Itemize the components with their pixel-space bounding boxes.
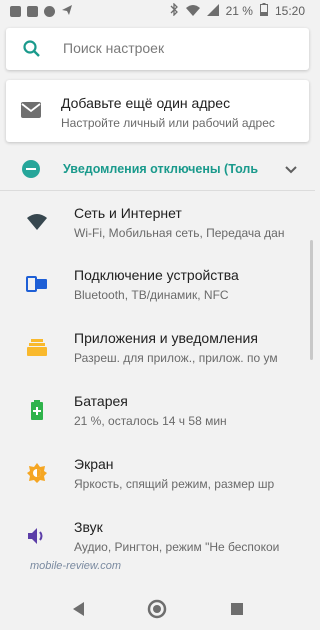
status-bar: 21 % 15:20 <box>0 0 315 22</box>
search-bar[interactable]: Поиск настроек <box>6 28 309 70</box>
bluetooth-icon <box>170 2 179 19</box>
settings-item-title: Подключение устройства <box>74 267 239 283</box>
back-icon[interactable] <box>68 598 90 620</box>
clock: 15:20 <box>274 4 305 18</box>
home-icon[interactable] <box>146 598 168 620</box>
settings-item-title: Батарея <box>74 393 128 409</box>
battery-icon <box>26 399 48 421</box>
battery-status-text: 21 % <box>225 4 253 18</box>
image-icon <box>27 6 38 17</box>
dnd-condition-banner[interactable]: Уведомления отключены (Толь <box>0 150 315 191</box>
recents-icon[interactable] <box>226 598 248 620</box>
settings-item-network[interactable]: Сеть и Интернет Wi-Fi, Мобильная сеть, П… <box>0 193 315 255</box>
chevron-down-icon[interactable] <box>283 161 299 177</box>
wifi-icon <box>26 211 48 233</box>
settings-item-devices[interactable]: Подключение устройства Bluetooth, ТВ/дин… <box>0 255 315 317</box>
settings-item-title: Экран <box>74 456 114 472</box>
suggestion-card[interactable]: Добавьте ещё один адрес Настройте личный… <box>6 80 309 142</box>
scrollbar[interactable] <box>310 240 313 360</box>
search-icon <box>22 39 42 59</box>
settings-item-subtitle: Wi-Fi, Мобильная сеть, Передача дан <box>74 226 285 240</box>
do-not-disturb-icon <box>22 160 40 178</box>
settings-item-apps[interactable]: Приложения и уведомления Разреш. для при… <box>0 318 315 380</box>
suggestion-title: Добавьте ещё один адрес <box>61 95 231 111</box>
settings-item-subtitle: 21 %, осталось 14 ч 58 мин <box>74 414 227 428</box>
settings-item-title: Звук <box>74 519 103 535</box>
settings-item-subtitle: Яркость, спящий режим, размер шр <box>74 477 275 491</box>
settings-item-title: Сеть и Интернет <box>74 205 182 221</box>
devices-icon <box>26 273 48 295</box>
apps-icon <box>26 336 48 358</box>
email-icon <box>20 101 42 119</box>
settings-item-title: Приложения и уведомления <box>74 330 258 346</box>
app-icon <box>44 6 55 17</box>
notification-icon <box>10 6 21 17</box>
volume-icon <box>26 525 48 547</box>
watermark: mobile-review.com <box>30 560 122 572</box>
wifi-status-icon <box>185 4 200 19</box>
search-placeholder: Поиск настроек <box>63 40 165 56</box>
condition-label: Уведомления отключены (Толь <box>63 162 259 176</box>
settings-item-battery[interactable]: Батарея 21 %, осталось 14 ч 58 мин <box>0 381 315 443</box>
suggestion-subtitle: Настройте личный или рабочий адрес <box>61 116 275 130</box>
signal-icon <box>206 3 219 19</box>
brightness-icon <box>26 462 48 484</box>
battery-status-icon <box>259 3 268 19</box>
settings-item-display[interactable]: Экран Яркость, спящий режим, размер шр <box>0 444 315 506</box>
navigation-bar <box>0 588 315 630</box>
telegram-icon <box>61 4 73 19</box>
settings-item-subtitle: Bluetooth, ТВ/динамик, NFC <box>74 288 229 302</box>
settings-item-subtitle: Разреш. для прилож., прилож. по ум <box>74 351 278 365</box>
settings-item-subtitle: Аудио, Рингтон, режим "Не беспокои <box>74 540 280 554</box>
